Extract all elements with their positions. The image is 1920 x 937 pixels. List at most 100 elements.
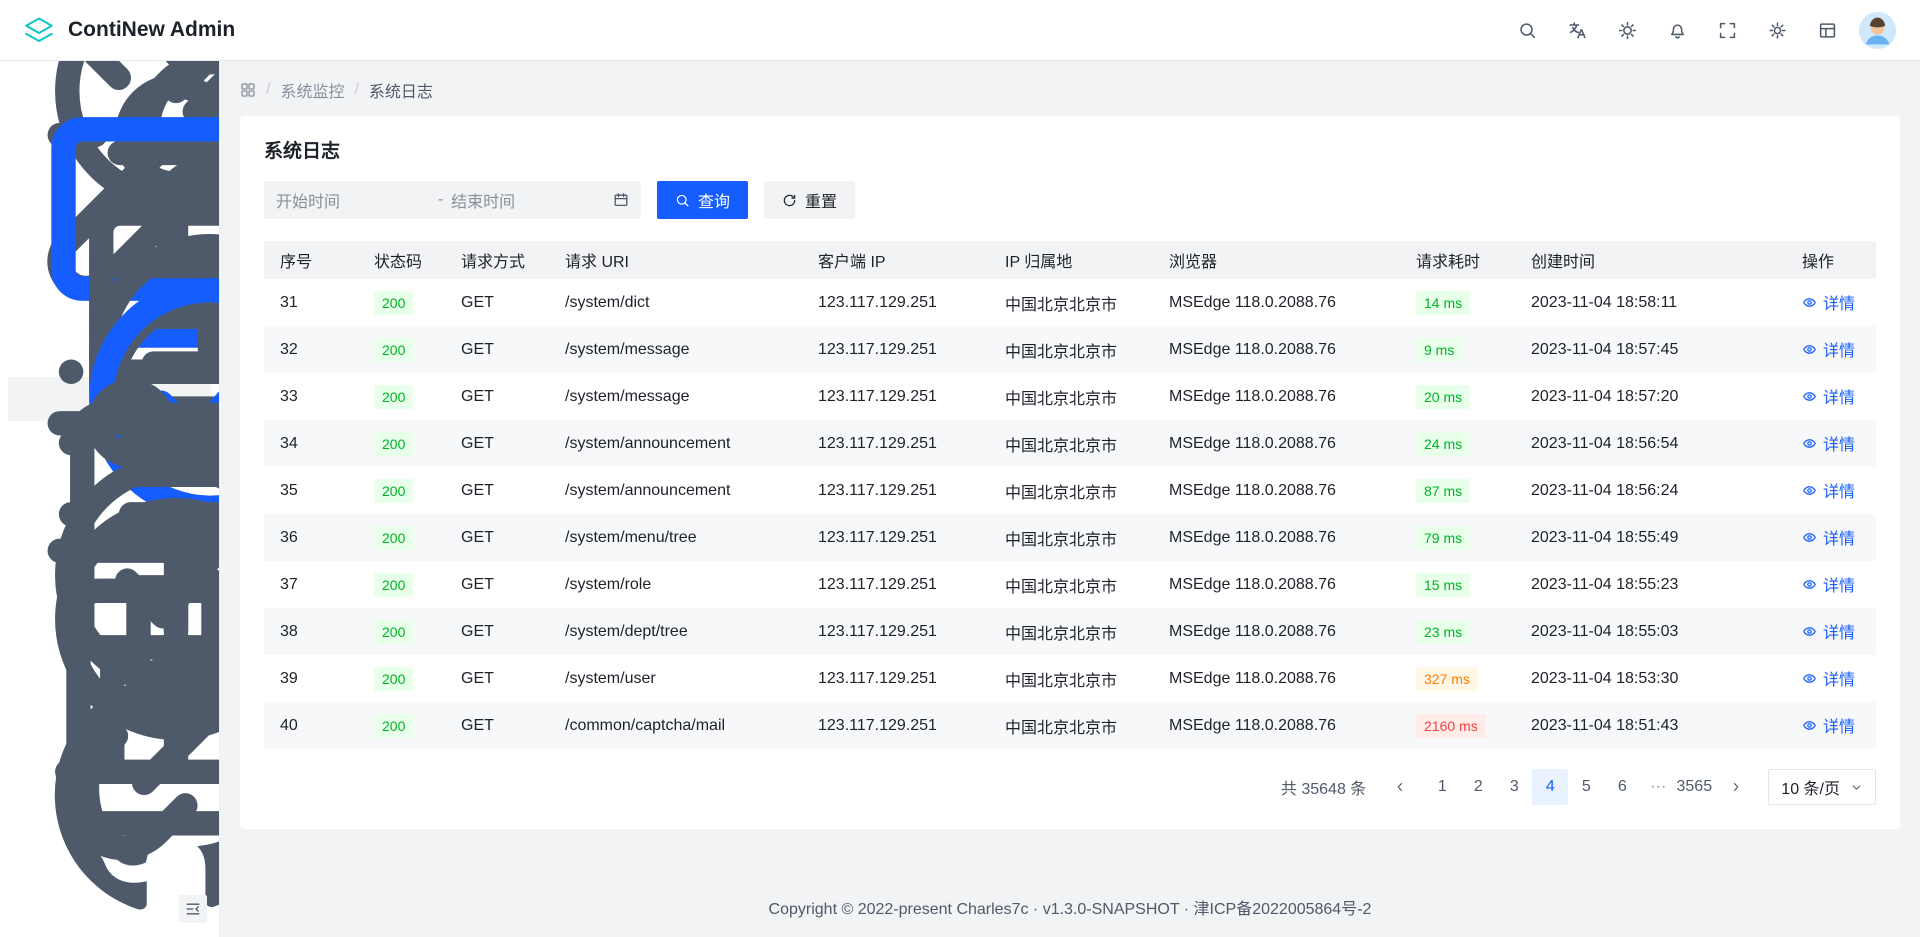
breadcrumb-separator: / <box>266 81 270 99</box>
page-footer: Copyright © 2022-present Charles7c · v1.… <box>240 879 1900 937</box>
cell-uri: /system/announcement <box>549 420 802 467</box>
cell-status: 200 <box>358 373 445 420</box>
table-row: 31200GET/system/dict123.117.129.251中国北京北… <box>264 279 1876 326</box>
sidebar: 仪表盘系统管理系统工具系统监控在线用户登录日志操作日志系统日志列表页表单页详情页… <box>0 61 220 937</box>
duration-badge: 79 ms <box>1416 526 1470 550</box>
logo-area[interactable]: ContiNew Admin <box>22 13 235 47</box>
apps-icon[interactable] <box>240 82 256 98</box>
settings-button[interactable] <box>1759 12 1795 48</box>
prev-page-button[interactable] <box>1382 769 1418 805</box>
duration-badge: 24 ms <box>1416 432 1470 456</box>
main-layout: 仪表盘系统管理系统工具系统监控在线用户登录日志操作日志系统日志列表页表单页详情页… <box>0 61 1920 937</box>
search-button[interactable] <box>1509 12 1545 48</box>
search-icon <box>675 193 690 208</box>
page-button-3565[interactable]: 3565 <box>1676 769 1712 805</box>
cell-browser: MSEdge 118.0.2088.76 <box>1153 373 1400 420</box>
copyright-text: Copyright © 2022-present Charles7c · v1.… <box>769 901 1372 918</box>
sidebar-item-github[interactable]: GitHub <box>8 773 211 817</box>
cell-browser: MSEdge 118.0.2088.76 <box>1153 467 1400 514</box>
search-icon <box>1518 21 1537 40</box>
chevron-right-icon <box>1729 780 1743 794</box>
translate-button[interactable] <box>1559 12 1595 48</box>
cell-no: 36 <box>264 514 358 561</box>
status-badge: 200 <box>374 338 413 362</box>
search-button[interactable]: 查询 <box>657 181 748 219</box>
cell-method: GET <box>445 608 549 655</box>
breadcrumb-item-system-log: 系统日志 <box>369 78 433 102</box>
layout-button[interactable] <box>1809 12 1845 48</box>
refresh-icon <box>782 193 797 208</box>
detail-link[interactable]: 详情 <box>1802 478 1855 502</box>
detail-link[interactable]: 详情 <box>1802 572 1855 596</box>
status-badge: 200 <box>374 667 413 691</box>
pagination-ellipsis[interactable]: ··· <box>1640 769 1676 805</box>
page-button-6[interactable]: 6 <box>1604 769 1640 805</box>
eye-icon <box>1802 671 1817 686</box>
notification-button[interactable] <box>1659 12 1695 48</box>
cell-uri: /system/message <box>549 326 802 373</box>
table-row: 39200GET/system/user123.117.129.251中国北京北… <box>264 655 1876 702</box>
next-page-button[interactable] <box>1718 769 1754 805</box>
cell-no: 34 <box>264 420 358 467</box>
cell-client-ip: 123.117.129.251 <box>802 561 989 608</box>
cell-browser: MSEdge 118.0.2088.76 <box>1153 514 1400 561</box>
detail-link[interactable]: 详情 <box>1802 290 1855 314</box>
page-size-label: 10 条/页 <box>1781 775 1840 799</box>
notification-icon <box>1668 21 1687 40</box>
page-button-2[interactable]: 2 <box>1460 769 1496 805</box>
page-button-1[interactable]: 1 <box>1424 769 1460 805</box>
page-button-5[interactable]: 5 <box>1568 769 1604 805</box>
detail-link-label: 详情 <box>1823 337 1855 361</box>
cell-status: 200 <box>358 326 445 373</box>
detail-link[interactable]: 详情 <box>1802 525 1855 549</box>
reset-button[interactable]: 重置 <box>764 181 855 219</box>
detail-link[interactable]: 详情 <box>1802 384 1855 408</box>
sidebar-collapse-button[interactable] <box>179 895 207 923</box>
detail-link[interactable]: 详情 <box>1802 713 1855 737</box>
duration-badge: 14 ms <box>1416 291 1470 315</box>
detail-link[interactable]: 详情 <box>1802 431 1855 455</box>
cell-client-ip: 123.117.129.251 <box>802 326 989 373</box>
calendar-icon <box>613 192 629 208</box>
date-range-picker[interactable]: 开始时间 - 结束时间 <box>264 181 641 219</box>
status-badge: 200 <box>374 526 413 550</box>
column-header: 客户端 IP <box>802 241 989 279</box>
cell-created-at: 2023-11-04 18:57:45 <box>1515 326 1786 373</box>
page-size-select[interactable]: 10 条/页 <box>1768 769 1876 805</box>
app-title: ContiNew Admin <box>68 18 235 42</box>
cell-created-at: 2023-11-04 18:51:43 <box>1515 702 1786 749</box>
page-button-3[interactable]: 3 <box>1496 769 1532 805</box>
cell-client-ip: 123.117.129.251 <box>802 608 989 655</box>
cell-ip-region: 中国北京北京市 <box>989 420 1153 467</box>
cell-created-at: 2023-11-04 18:55:23 <box>1515 561 1786 608</box>
table-row: 33200GET/system/message123.117.129.251中国… <box>264 373 1876 420</box>
search-button-label: 查询 <box>698 188 730 212</box>
duration-badge: 20 ms <box>1416 385 1470 409</box>
cell-uri: /system/user <box>549 655 802 702</box>
pagination: 共 35648 条 123456···3565 10 条/页 <box>264 769 1876 805</box>
cell-duration: 9 ms <box>1400 326 1515 373</box>
cell-duration: 79 ms <box>1400 514 1515 561</box>
detail-link[interactable]: 详情 <box>1802 666 1855 690</box>
cell-method: GET <box>445 326 549 373</box>
fullscreen-button[interactable] <box>1709 12 1745 48</box>
pagination-total: 共 35648 条 <box>1281 775 1366 799</box>
detail-link[interactable]: 详情 <box>1802 619 1855 643</box>
system-log-card: 系统日志 开始时间 - 结束时间 查询 重置 <box>240 116 1900 829</box>
cell-ip-region: 中国北京北京市 <box>989 655 1153 702</box>
page-button-4[interactable]: 4 <box>1532 769 1568 805</box>
cell-client-ip: 123.117.129.251 <box>802 702 989 749</box>
cell-duration: 15 ms <box>1400 561 1515 608</box>
theme-icon <box>1618 21 1637 40</box>
cell-client-ip: 123.117.129.251 <box>802 655 989 702</box>
sidebar-menu: 仪表盘系统管理系统工具系统监控在线用户登录日志操作日志系统日志列表页表单页详情页… <box>0 61 219 817</box>
detail-link[interactable]: 详情 <box>1802 337 1855 361</box>
cell-ip-region: 中国北京北京市 <box>989 514 1153 561</box>
cell-method: GET <box>445 514 549 561</box>
breadcrumb-item-system-monitor[interactable]: 系统监控 <box>280 78 344 102</box>
user-avatar[interactable] <box>1859 12 1896 49</box>
cell-duration: 14 ms <box>1400 279 1515 326</box>
table-row: 34200GET/system/announcement123.117.129.… <box>264 420 1876 467</box>
theme-button[interactable] <box>1609 12 1645 48</box>
duration-badge: 87 ms <box>1416 479 1470 503</box>
